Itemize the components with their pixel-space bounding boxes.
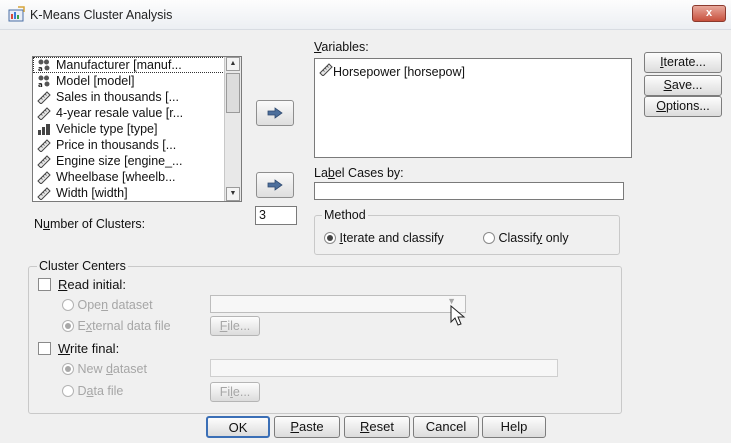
ordinal-bar-icon — [37, 122, 51, 136]
radio-selected-icon — [62, 363, 74, 375]
external-file-radio[interactable]: External data file — [62, 319, 171, 333]
variables-label: Variables: — [314, 40, 369, 54]
svg-text:a: a — [38, 65, 43, 72]
scale-ruler-icon — [37, 154, 51, 168]
variable-label: Width [width] — [56, 186, 128, 200]
open-dataset-dropdown[interactable]: ▼ — [210, 295, 466, 313]
file-button-write[interactable]: File... — [210, 382, 260, 402]
source-list-scrollbar[interactable]: ▲ ▼ — [224, 57, 241, 201]
cluster-centers-title: Cluster Centers — [37, 259, 128, 273]
variable-label: Engine size [engine_... — [56, 154, 183, 168]
iterate-button[interactable]: Iterate... — [644, 52, 722, 73]
mouse-cursor-icon — [450, 305, 466, 326]
method-group-title: Method — [322, 208, 368, 222]
arrow-right-icon — [267, 179, 283, 191]
radio-selected-icon — [324, 232, 336, 244]
variable-label: Price in thousands [... — [56, 138, 177, 152]
cancel-button[interactable]: Cancel — [413, 416, 479, 438]
paste-button[interactable]: Paste — [274, 416, 340, 438]
scale-ruler-icon — [37, 186, 51, 200]
method-classify-radio[interactable]: Classify only — [483, 231, 569, 245]
radio-unselected-icon — [62, 385, 74, 397]
window-title: K-Means Cluster Analysis — [30, 8, 173, 22]
ok-button[interactable]: OK — [206, 416, 270, 438]
label-cases-label: Label Cases by: — [314, 166, 404, 180]
reset-button[interactable]: Reset — [344, 416, 410, 438]
scroll-up-icon[interactable]: ▲ — [226, 57, 240, 71]
variable-list-item[interactable]: Engine size [engine_... — [33, 153, 241, 169]
variable-list-item[interactable]: a Manufacturer [manuf... — [33, 57, 241, 73]
variable-list-item[interactable]: Price in thousands [... — [33, 137, 241, 153]
file-button-read[interactable]: File... — [210, 316, 260, 336]
scale-ruler-icon — [37, 170, 51, 184]
variable-list-item[interactable]: 4-year resale value [r... — [33, 105, 241, 121]
variable-label: Sales in thousands [... — [56, 90, 179, 104]
nominal-string-icon: a — [37, 58, 51, 72]
close-button[interactable]: x — [692, 5, 726, 22]
help-button[interactable]: Help — [482, 416, 546, 438]
scale-ruler-icon — [37, 138, 51, 152]
arrow-right-icon — [267, 107, 283, 119]
variable-label: 4-year resale value [r... — [56, 106, 184, 120]
read-initial-label: Read initial: — [58, 277, 126, 292]
scale-ruler-icon — [37, 106, 51, 120]
variable-list-item[interactable]: Sales in thousands [... — [33, 89, 241, 105]
scale-ruler-icon — [37, 90, 51, 104]
write-final-checkbox[interactable] — [38, 342, 51, 355]
variable-label: Model [model] — [56, 74, 135, 88]
variable-label: Manufacturer [manuf... — [56, 58, 182, 72]
new-dataset-field[interactable] — [210, 359, 558, 377]
variable-list-item[interactable]: Horsepower [horsepow] — [319, 62, 631, 79]
radio-selected-icon — [62, 320, 74, 332]
scale-ruler-icon — [319, 62, 333, 76]
variable-label: Horsepower [horsepow] — [333, 65, 466, 79]
variable-label: Vehicle type [type] — [56, 122, 158, 136]
write-final-label: Write final: — [58, 341, 120, 356]
variable-list-item[interactable]: Width [width] — [33, 185, 241, 201]
method-iterate-radio[interactable]: Iterate and classify — [324, 231, 444, 245]
spss-app-icon — [8, 6, 25, 22]
scroll-thumb[interactable] — [226, 73, 240, 113]
radio-unselected-icon — [483, 232, 495, 244]
move-to-label-cases-button[interactable] — [256, 172, 294, 198]
radio-unselected-icon — [62, 299, 74, 311]
variables-list[interactable]: Horsepower [horsepow] — [314, 58, 632, 158]
label-cases-field[interactable] — [314, 182, 624, 200]
number-of-clusters-label: Number of Clusters: — [34, 217, 146, 231]
variable-list-item[interactable]: Vehicle type [type] — [33, 121, 241, 137]
nominal-string-icon: a — [37, 74, 51, 88]
move-to-variables-button[interactable] — [256, 100, 294, 126]
number-of-clusters-field[interactable]: 3 — [255, 206, 297, 225]
title-bar: K-Means Cluster Analysis x — [0, 0, 731, 30]
number-of-clusters-value: 3 — [259, 208, 266, 222]
data-file-radio[interactable]: Data file — [62, 384, 123, 398]
scroll-down-icon[interactable]: ▼ — [226, 187, 240, 201]
variable-label: Wheelbase [wheelb... — [56, 170, 176, 184]
options-button[interactable]: Options... — [644, 96, 722, 117]
variable-list-item[interactable]: a Model [model] — [33, 73, 241, 89]
save-button[interactable]: Save... — [644, 75, 722, 96]
svg-text:a: a — [38, 81, 43, 88]
new-dataset-radio[interactable]: New dataset — [62, 362, 147, 376]
close-icon: x — [705, 7, 713, 19]
source-variable-list[interactable]: a Manufacturer [manuf... a Model [model] Sal… — [32, 56, 242, 202]
variable-list-item[interactable]: Wheelbase [wheelb... — [33, 169, 241, 185]
read-initial-checkbox[interactable] — [38, 278, 51, 291]
open-dataset-radio[interactable]: Open dataset — [62, 298, 153, 312]
